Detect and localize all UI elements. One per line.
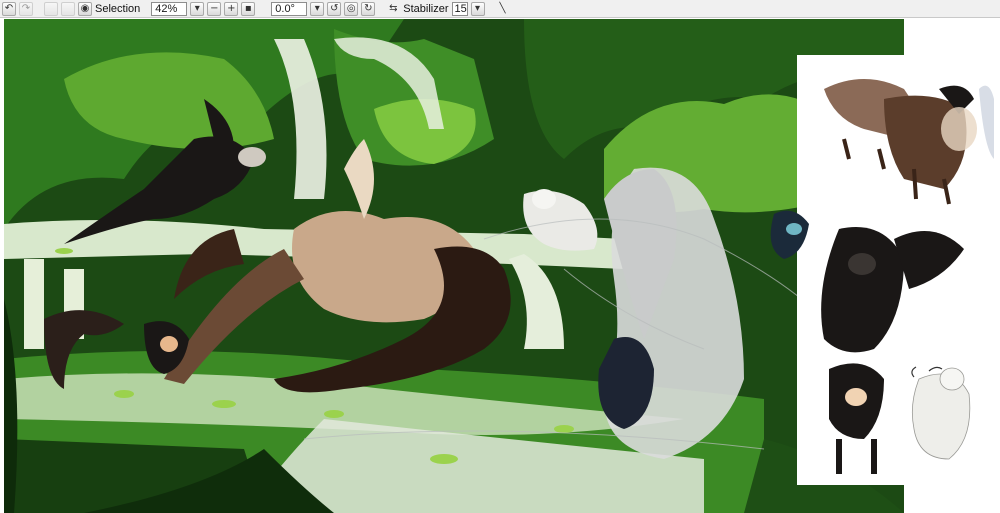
rotation-dropdown-button[interactable]: ▾	[310, 1, 325, 16]
zoom-in-icon: +	[227, 2, 236, 14]
toolbar: ↶ ↷ ◉ Selection 42% ▾ − + ▪ 0.0° ▾ ↺ ◎ ↻…	[0, 0, 1000, 18]
eye-icon: ◉	[80, 2, 90, 14]
dropdown-icon: ▾	[475, 2, 481, 14]
reference-white-rat	[911, 366, 971, 460]
rotate-reset-button[interactable]: ◎	[344, 1, 359, 16]
stabilizer-dropdown-button[interactable]: ▾	[470, 1, 485, 16]
zoom-out-icon: −	[210, 2, 219, 14]
kitten-left-face	[160, 336, 178, 352]
flip-button[interactable]: ⇆	[386, 2, 400, 16]
zoom-dropdown-button[interactable]: ▾	[190, 1, 205, 16]
artwork-canvas[interactable]	[4, 19, 994, 513]
canvas-area[interactable]	[0, 19, 1000, 513]
reference-edge-figure	[979, 85, 994, 159]
zoom-in-button[interactable]: +	[224, 1, 239, 16]
rotate-left-icon: ↺	[330, 2, 339, 14]
rotate-right-button[interactable]: ↻	[361, 1, 376, 16]
zoom-reset-button[interactable]: ▪	[241, 1, 256, 16]
black-cat-muzzle	[238, 147, 266, 167]
selection-label: Selection	[95, 2, 141, 15]
line-tool-button[interactable]: ╲	[496, 2, 510, 16]
stabilizer-label: Stabilizer	[403, 2, 449, 15]
back-button[interactable]	[44, 1, 58, 16]
forward-button[interactable]	[61, 1, 75, 16]
rotate-reset-icon: ◎	[346, 2, 356, 14]
undo-icon: ↶	[4, 2, 14, 14]
zoom-field[interactable]: 42%	[151, 1, 188, 16]
rotation-field[interactable]: 0.0°	[271, 1, 308, 16]
flip-icon: ⇆	[389, 2, 398, 14]
rotate-left-button[interactable]: ↺	[327, 1, 342, 16]
dropdown-icon: ▾	[314, 2, 320, 14]
white-rat-head	[532, 189, 556, 209]
view-toggle-button[interactable]: ◉	[78, 1, 92, 16]
line-icon: ╲	[499, 2, 506, 14]
dropdown-icon: ▾	[194, 2, 200, 14]
zoom-out-button[interactable]: −	[207, 1, 222, 16]
undo-button[interactable]: ↶	[2, 1, 16, 16]
redo-button[interactable]: ↷	[19, 1, 33, 16]
stabilizer-field[interactable]: 15	[451, 1, 468, 16]
redo-icon: ↷	[21, 2, 31, 14]
rotate-right-icon: ↻	[364, 2, 373, 14]
zoom-reset-icon: ▪	[244, 2, 252, 14]
